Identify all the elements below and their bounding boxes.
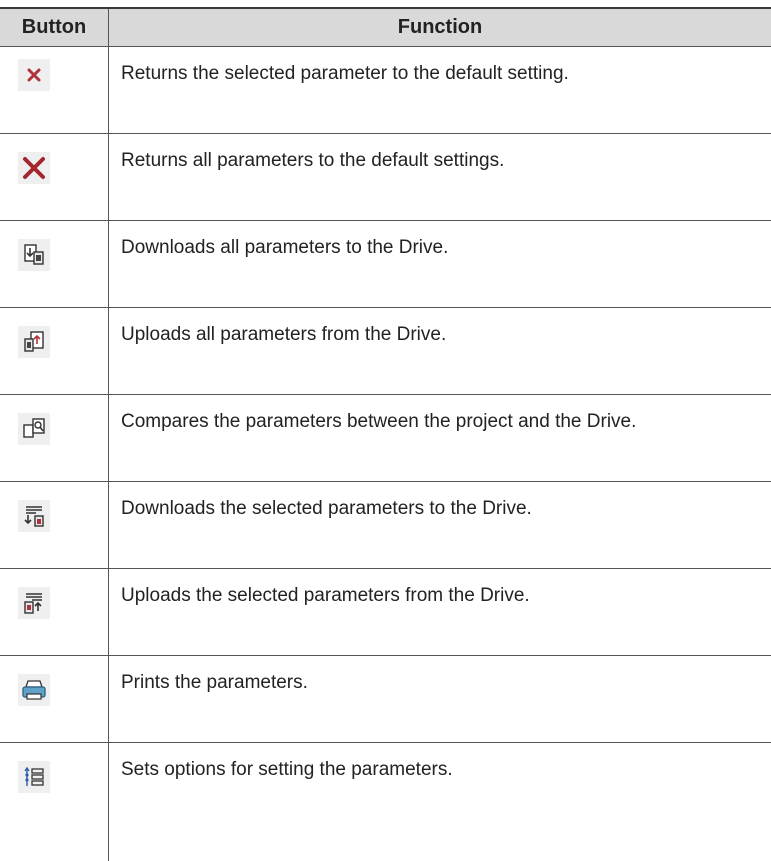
table-header: Button Function	[0, 9, 771, 47]
table-row: Returns all parameters to the default se…	[0, 134, 771, 221]
print-icon[interactable]	[18, 674, 50, 706]
close-x-small-icon[interactable]	[18, 59, 50, 91]
download-selected-icon[interactable]	[18, 500, 50, 532]
button-function-table: Button Function Returns the selected par…	[0, 0, 771, 861]
options-icon[interactable]	[18, 761, 50, 793]
row-function-text: Uploads the selected parameters from the…	[121, 585, 530, 606]
table-row: Sets options for setting the parameters.	[0, 743, 771, 829]
row-function-text: Uploads all parameters from the Drive.	[121, 324, 447, 345]
compare-icon[interactable]	[18, 413, 50, 445]
header-button: Button	[0, 9, 109, 46]
table-row: Uploads the selected parameters from the…	[0, 569, 771, 656]
table-row: Downloads the selected parameters to the…	[0, 482, 771, 569]
table-row: Downloads all parameters to the Drive.	[0, 221, 771, 308]
table-row: Uploads all parameters from the Drive.	[0, 308, 771, 395]
upload-selected-icon[interactable]	[18, 587, 50, 619]
row-function-text: Prints the parameters.	[121, 672, 308, 693]
row-function-text: Downloads the selected parameters to the…	[121, 498, 532, 519]
row-function-text: Downloads all parameters to the Drive.	[121, 237, 449, 258]
header-function: Function	[397, 16, 483, 38]
close-x-large-icon[interactable]	[18, 152, 50, 184]
row-function-text: Compares the parameters between the proj…	[121, 411, 637, 432]
download-all-icon[interactable]	[18, 239, 50, 271]
table-row: Returns the selected parameter to the de…	[0, 47, 771, 134]
table-row: Compares the parameters between the proj…	[0, 395, 771, 482]
row-function-text: Sets options for setting the parameters.	[121, 759, 453, 780]
row-function-text: Returns all parameters to the default se…	[121, 150, 505, 171]
row-function-text: Returns the selected parameter to the de…	[121, 63, 569, 84]
table-row: Prints the parameters.	[0, 656, 771, 743]
upload-all-icon[interactable]	[18, 326, 50, 358]
